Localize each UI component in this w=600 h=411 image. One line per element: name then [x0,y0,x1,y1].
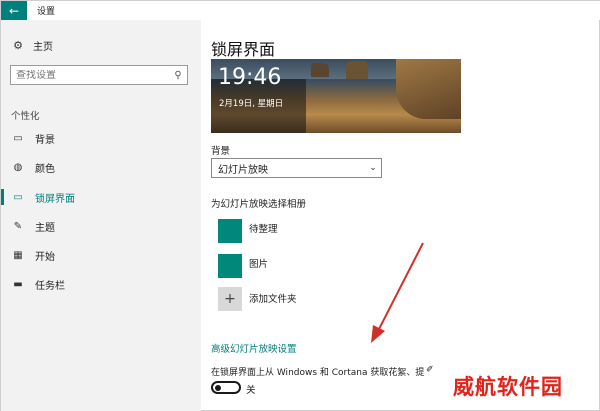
sidebar-item-label: 锁屏界面 [35,193,75,205]
background-select-value: 幻灯片放映 [218,164,268,176]
cursor-icon: ✐ [426,365,434,375]
cortana-toggle[interactable] [211,381,241,394]
sidebar-item-label: 背景 [35,134,55,146]
back-button[interactable]: ← [1,1,27,20]
plus-icon: + [218,287,242,311]
advanced-slideshow-link[interactable]: 高级幻灯片放映设置 [211,341,297,355]
sidebar-item-color[interactable]: ◍ 颜色 [1,157,201,177]
preview-date: 2月19日, 星期日 [219,99,284,109]
back-arrow-icon: ← [8,3,20,18]
window-title: 设置 [37,7,56,17]
home-label: 主页 [33,42,53,53]
taskbar-icon: ▬ [13,278,23,290]
background-label: 背景 [211,146,231,157]
album-label: 为幻灯片放映选择相册 [211,199,307,210]
title-bar: ← 设置 [1,1,600,20]
theme-icon: ✎ [13,220,23,232]
cortana-setting-label: 在锁屏界面上从 Windows 和 Cortana 获取花絮、提 [211,368,425,378]
sidebar-item-label: 任务栏 [35,280,65,292]
sidebar-item-lock-screen[interactable]: ▭ 锁屏界面 [1,187,201,207]
album-name: 待整理 [249,224,278,235]
album-thumbnail [218,254,242,278]
start-icon: ▦ [13,249,23,261]
sidebar-item-background[interactable]: ▭ 背景 [1,128,201,148]
album-thumbnail [218,219,242,243]
page-title: 锁屏界面 [211,40,276,59]
album-item[interactable]: 待整理 [218,219,278,243]
album-name: 图片 [249,259,269,270]
sidebar-item-start[interactable]: ▦ 开始 [1,245,201,265]
search-input[interactable] [16,69,169,81]
sidebar-item-theme[interactable]: ✎ 主题 [1,216,201,236]
add-folder-label: 添加文件夹 [249,294,297,305]
palette-icon: ◍ [13,161,23,173]
watermark: 威航软件园 [453,375,563,399]
sidebar-item-taskbar[interactable]: ▬ 任务栏 [1,274,201,294]
add-folder-button[interactable]: + 添加文件夹 [218,287,297,311]
annotation-arrow-icon [371,242,424,343]
section-label: 个性化 [11,111,40,122]
toggle-state-label: 关 [246,385,256,396]
sidebar: ⚙ 主页 ⚲ 个性化 ▭ 背景 ◍ 颜色 ▭ 锁屏界面 ✎ 主题 ▦ 开始 ▬ … [1,20,201,411]
gear-icon: ⚙ [13,39,23,52]
sidebar-item-label: 颜色 [35,163,55,175]
picture-icon: ▭ [13,132,23,144]
chevron-down-icon: ⌄ [369,163,377,173]
search-box[interactable]: ⚲ [10,65,188,85]
sidebar-item-home[interactable]: ⚙ 主页 [11,38,53,53]
preview-time: 19:46 [218,65,282,90]
search-icon[interactable]: ⚲ [169,70,187,81]
album-item[interactable]: 图片 [218,254,268,278]
sidebar-item-label: 主题 [35,222,55,234]
lock-screen-icon: ▭ [13,191,23,203]
sidebar-item-label: 开始 [35,251,55,263]
background-select[interactable]: 幻灯片放映 ⌄ [211,158,382,178]
